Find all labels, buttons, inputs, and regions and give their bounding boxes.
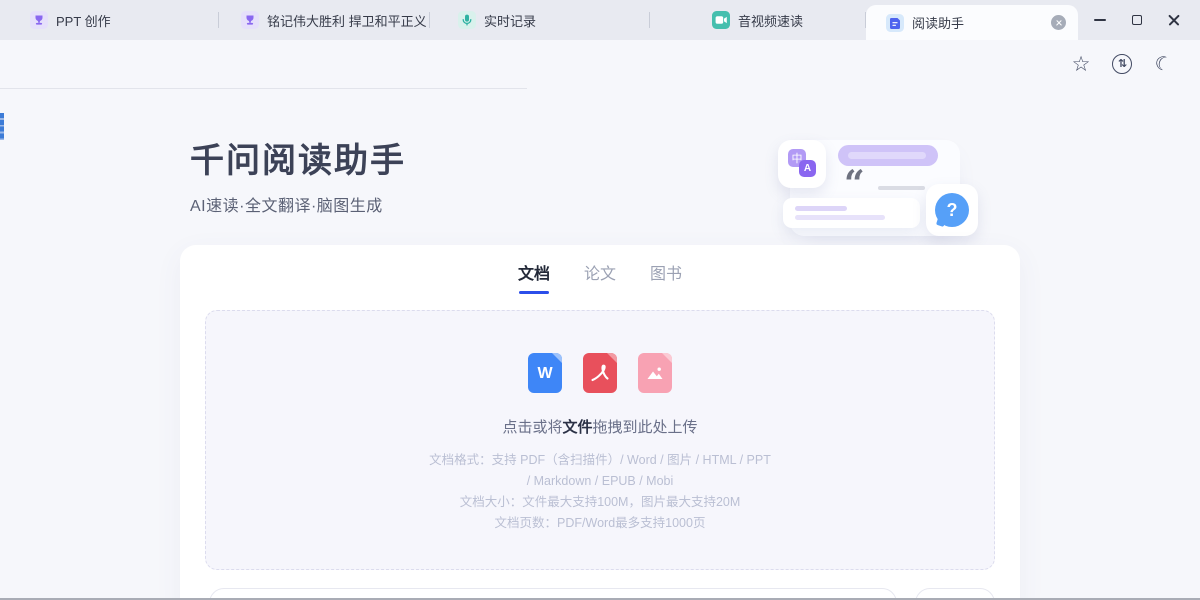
word-glyph: W: [537, 365, 552, 383]
tab-paper-label: 论文: [584, 266, 616, 283]
tab-book[interactable]: 图书: [650, 260, 682, 294]
window-controls: [1081, 0, 1200, 40]
page-subtitle: AI速读·全文翻译·脑图生成: [190, 192, 383, 216]
maximize-button[interactable]: [1118, 0, 1155, 40]
pdf-glyph: [588, 361, 612, 385]
panel-tabs: 文档 论文 图书: [180, 245, 1020, 294]
upload-pages-line: 文档页数：PDF/Word最多支持1000页: [426, 513, 774, 534]
tab-book-label: 图书: [650, 266, 682, 283]
tab-close-icon[interactable]: [1051, 15, 1066, 30]
minimize-button[interactable]: [1081, 0, 1118, 40]
tab-document[interactable]: 文档: [518, 260, 550, 294]
tab-label: 铭记伟大胜利 捍卫和平正义: [267, 11, 427, 30]
tab-label: 音视频速读: [738, 11, 803, 30]
active-tab-underline: [519, 291, 549, 294]
upload-format-line: 文档格式：支持 PDF（含扫描件）/ Word / 图片 / HTML / PP…: [426, 450, 774, 492]
tab-live-transcribe[interactable]: 实时记录: [430, 0, 649, 40]
ppt-icon: [241, 11, 259, 29]
tab-paper[interactable]: 论文: [584, 260, 616, 294]
quote-marks-icon: “: [844, 166, 865, 202]
page-fold: [552, 353, 562, 363]
tab-label: 阅读助手: [912, 13, 1043, 32]
tab-reading-assistant[interactable]: 阅读助手: [866, 5, 1078, 40]
upload-size-line: 文档大小：文件最大支持100M，图片最大支持20M: [426, 492, 774, 513]
tab-label: 实时记录: [484, 11, 536, 30]
image-glyph: [643, 361, 667, 385]
favorite-star-icon[interactable]: ☆: [1069, 52, 1093, 76]
upload-prompt-bold: 文件: [562, 419, 592, 436]
upload-prompt-prefix: 点击或将: [502, 419, 562, 436]
tab-label: PPT 创作: [56, 11, 111, 30]
tab-ppt-creation[interactable]: PPT 创作: [0, 0, 218, 40]
hero-illustration: “ 中 A ?: [770, 108, 990, 240]
illustration-text-line: [878, 186, 925, 190]
header-divider: [0, 88, 527, 89]
page-title: 千问阅读助手: [190, 133, 406, 182]
translate-en-icon: A: [799, 160, 816, 177]
question-bubble-icon: ?: [935, 193, 969, 227]
tab-victory-article[interactable]: 铭记伟大胜利 捍卫和平正义: [219, 0, 429, 40]
image-file-icon: [638, 353, 672, 393]
file-type-icons: W: [528, 353, 672, 393]
microphone-icon: [458, 11, 476, 29]
main-panel: 文档 论文 图书 W: [180, 245, 1020, 600]
illustration-snippet-bar: [783, 198, 920, 228]
ppt-icon: [30, 11, 48, 29]
file-upload-dropzone[interactable]: W 点击或将文件拖拽到此处上传 文档格式：支持 PDF（含扫描件）/ Word …: [205, 310, 995, 570]
pdf-file-icon: [583, 353, 617, 393]
word-file-icon: W: [528, 353, 562, 393]
upload-prompt: 点击或将文件拖拽到此处上传: [502, 416, 697, 437]
dark-mode-moon-icon[interactable]: ☾: [1148, 49, 1178, 79]
tab-audio-video-reading[interactable]: 音视频速读: [650, 0, 865, 40]
transfer-icon[interactable]: ⇅: [1112, 54, 1132, 74]
browser-tab-bar: PPT 创作 铭记伟大胜利 捍卫和平正义 实时记录 音视频速读 阅读助手: [0, 0, 1200, 40]
tab-document-label: 文档: [518, 266, 550, 283]
upload-requirements: 文档格式：支持 PDF（含扫描件）/ Word / 图片 / HTML / PP…: [426, 450, 774, 534]
question-badge: ?: [926, 184, 978, 236]
close-button[interactable]: [1155, 0, 1192, 40]
reader-document-icon: [886, 14, 904, 32]
header-toolbar: ☆ ⇅ ☾: [1069, 45, 1175, 83]
translate-badge: 中 A: [778, 140, 826, 188]
video-icon: [712, 11, 730, 29]
upload-prompt-suffix: 拖拽到此处上传: [593, 419, 698, 436]
docked-panel-handle[interactable]: [0, 113, 4, 140]
